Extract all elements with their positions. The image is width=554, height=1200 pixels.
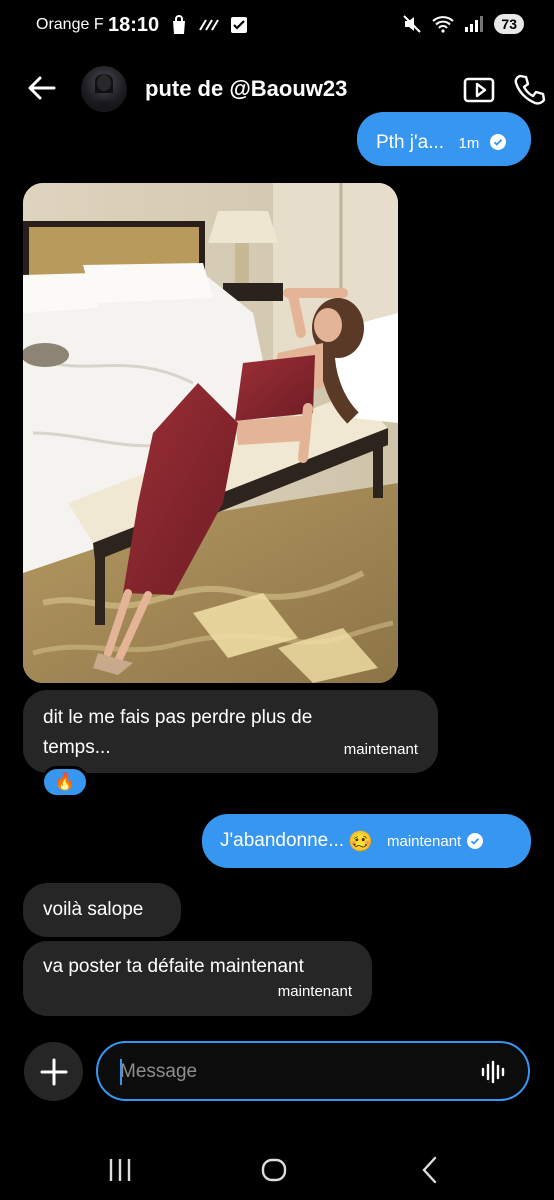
shopping-bag-icon [173,15,185,34]
chat-header: pute de @Baouw23 [0,60,554,120]
message-text-line: dit le me fais pas perdre plus de [43,707,313,728]
outgoing-message[interactable]: J'abandonne... 🥴 maintenant [202,814,531,868]
carrier-name: Orange F [36,16,104,33]
back-icon[interactable] [414,1154,446,1186]
message-input[interactable] [120,1057,460,1087]
mute-icon [403,15,422,33]
message-text: J'abandonne... [220,830,345,851]
phone-call-icon[interactable] [512,72,546,106]
incoming-message[interactable]: voilà salope [23,883,181,937]
fire-emoji: 🔥 [54,772,76,791]
message-text: va poster ta défaite maintenant [43,956,304,977]
back-arrow-icon[interactable] [24,70,60,106]
outgoing-message[interactable]: Pth j'a... 1m [357,112,531,166]
signal-icon [465,16,484,32]
checkbox-icon [231,17,247,33]
message-text: voilà salope [43,899,144,920]
message-time: 1m [458,135,480,152]
incoming-message[interactable]: va poster ta défaite maintenant maintena… [23,941,372,1016]
incoming-message[interactable]: dit le me fais pas perdre plus de temps.… [23,690,438,773]
recent-apps-icon[interactable] [104,1154,136,1186]
avatar[interactable] [81,66,127,112]
message-time: maintenant [386,832,462,850]
message-time: maintenant [277,983,352,1000]
add-attachment-button[interactable] [24,1042,83,1101]
status-bar: Orange F 18:10 73 [0,0,554,52]
video-call-icon[interactable] [462,72,496,106]
data-saver-icon [199,19,219,31]
voice-message-icon[interactable] [480,1059,506,1085]
system-nav-bar [0,1140,554,1200]
home-icon[interactable] [258,1154,290,1186]
plus-icon [40,1058,67,1085]
message-input-container[interactable] [96,1041,530,1101]
woozy-face-emoji: 🥴 [348,830,373,853]
message-text-line: temps... [43,737,111,758]
message-time: maintenant [343,741,418,758]
chat-title[interactable]: pute de @Baouw23 [145,76,347,102]
read-check-icon [467,833,484,849]
wifi-icon [432,16,455,33]
battery-level: 73 [494,14,524,34]
message-text: Pth j'a... [376,132,445,153]
received-photo[interactable] [23,183,398,683]
fire-reaction-badge[interactable]: 🔥 [41,766,89,798]
text-caret [120,1059,122,1085]
clock: 18:10 [108,14,160,36]
read-check-icon [489,134,506,150]
